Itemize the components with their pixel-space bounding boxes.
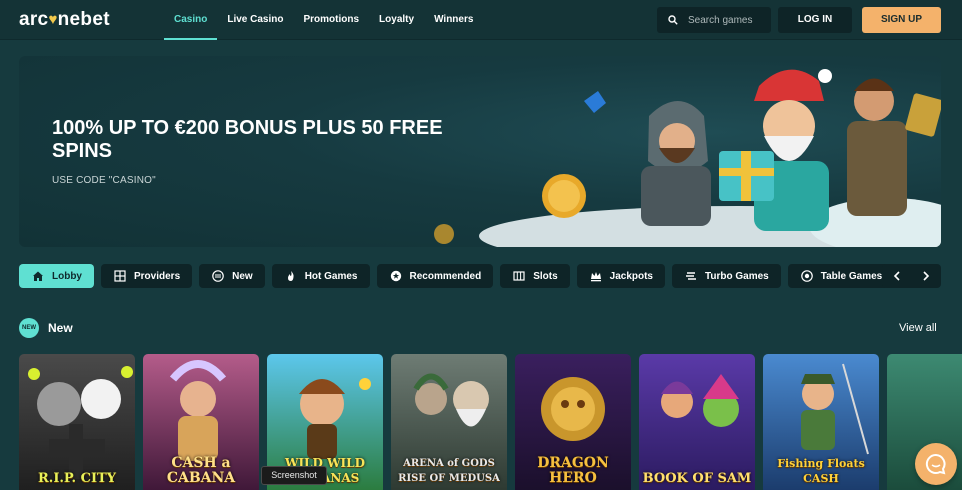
turbo-icon	[686, 272, 696, 280]
search-input[interactable]	[688, 14, 768, 26]
home-icon	[33, 271, 43, 281]
nav-promotions[interactable]: Promotions	[293, 0, 369, 40]
category-label: Lobby	[52, 270, 82, 282]
chevron-left-icon	[893, 271, 900, 281]
game-tile[interactable]: CASH a CABANA	[143, 354, 259, 490]
signup-button[interactable]: SIGN UP	[862, 7, 941, 33]
game-title: ARENA of GODS RISE OF MEDUSA	[398, 458, 500, 484]
category-hot-games[interactable]: Hot Games	[271, 264, 370, 288]
chevron-right-icon	[922, 271, 929, 281]
category-label: Hot Games	[304, 270, 358, 282]
top-header: arc♥nebet Casino Live Casino Promotions …	[0, 0, 962, 40]
game-carousel: R.I.P. CITY CASH a CABANA WILD WILD BANA…	[19, 354, 962, 490]
category-label: Jackpots	[609, 270, 653, 282]
tooltip: Screenshot	[261, 466, 327, 485]
chat-bubble-icon	[925, 453, 946, 475]
heart-icon: ♥	[48, 11, 58, 28]
main-nav: Casino Live Casino Promotions Loyalty Wi…	[164, 0, 483, 40]
banner-illustration	[434, 69, 941, 247]
logo-text-right: nebet	[57, 9, 110, 30]
game-title: BOOK OF SAM	[642, 471, 752, 486]
search-box[interactable]	[657, 7, 771, 33]
category-label: Slots	[533, 270, 558, 282]
game-tile[interactable]: BOOK OF SAM	[639, 354, 755, 490]
game-title: CASH a CABANA	[166, 455, 236, 486]
new-badge-icon: NEW	[19, 318, 39, 338]
scroll-left-button[interactable]	[882, 264, 911, 288]
nav-winners[interactable]: Winners	[424, 0, 483, 40]
category-new[interactable]: New	[199, 264, 265, 288]
view-all-link[interactable]: View all	[899, 322, 937, 334]
category-label: Recommended	[409, 270, 482, 282]
chat-button[interactable]	[915, 443, 957, 485]
category-lobby[interactable]: Lobby	[19, 264, 94, 288]
game-art	[661, 374, 739, 427]
category-turbo-games[interactable]: Turbo Games	[672, 264, 781, 288]
category-providers[interactable]: Providers	[101, 264, 193, 288]
nav-live-casino[interactable]: Live Casino	[217, 0, 293, 40]
logo[interactable]: arc♥nebet	[19, 9, 110, 31]
scroll-right-button[interactable]	[911, 264, 940, 288]
game-title: DRAGON HERO	[537, 455, 609, 486]
banner-title: 100% UP TO €200 BONUS PLUS 50 FREE SPINS	[52, 117, 443, 162]
game-tile[interactable]: DRAGON HERO	[515, 354, 631, 490]
banner-subtitle: USE CODE "CASINO"	[52, 175, 156, 186]
logo-text-left: arc	[19, 9, 49, 30]
category-table-games[interactable]: Table Games	[787, 264, 895, 288]
flame-icon	[287, 271, 294, 281]
category-label: Table Games	[820, 270, 883, 282]
new-icon	[212, 270, 224, 282]
game-title: Fishing Floats CASH	[777, 457, 865, 485]
table-icon	[800, 270, 813, 282]
category-slots[interactable]: Slots	[500, 264, 570, 288]
crown-icon	[590, 272, 601, 282]
game-tile[interactable]: R.I.P. CITY	[19, 354, 135, 490]
game-tile[interactable]: Fishing Floats CASH	[763, 354, 879, 490]
category-jackpots[interactable]: Jackpots	[576, 264, 665, 288]
star-badge-icon	[390, 270, 401, 282]
category-label: New	[232, 270, 253, 282]
promo-banner[interactable]: 100% UP TO €200 BONUS PLUS 50 FREE SPINS…	[19, 56, 941, 247]
section-header: NEW New	[19, 318, 73, 338]
category-recommended[interactable]: Recommended	[376, 264, 494, 288]
login-button[interactable]: LOG IN	[778, 7, 852, 33]
nav-casino[interactable]: Casino	[164, 0, 218, 40]
category-label: Providers	[134, 270, 181, 282]
slot-machine-icon	[513, 271, 525, 281]
category-scroll-controls	[882, 264, 941, 288]
game-art	[28, 366, 133, 479]
category-bar: Lobby Providers New Hot Games Recommende…	[19, 264, 941, 288]
category-label: Turbo Games	[705, 270, 769, 282]
grid-icon	[114, 270, 126, 282]
search-icon	[668, 15, 678, 25]
nav-loyalty[interactable]: Loyalty	[369, 0, 424, 40]
section-title: New	[48, 321, 73, 335]
game-title: R.I.P. CITY	[38, 471, 116, 486]
game-tile[interactable]: ARENA of GODS RISE OF MEDUSA	[391, 354, 507, 490]
